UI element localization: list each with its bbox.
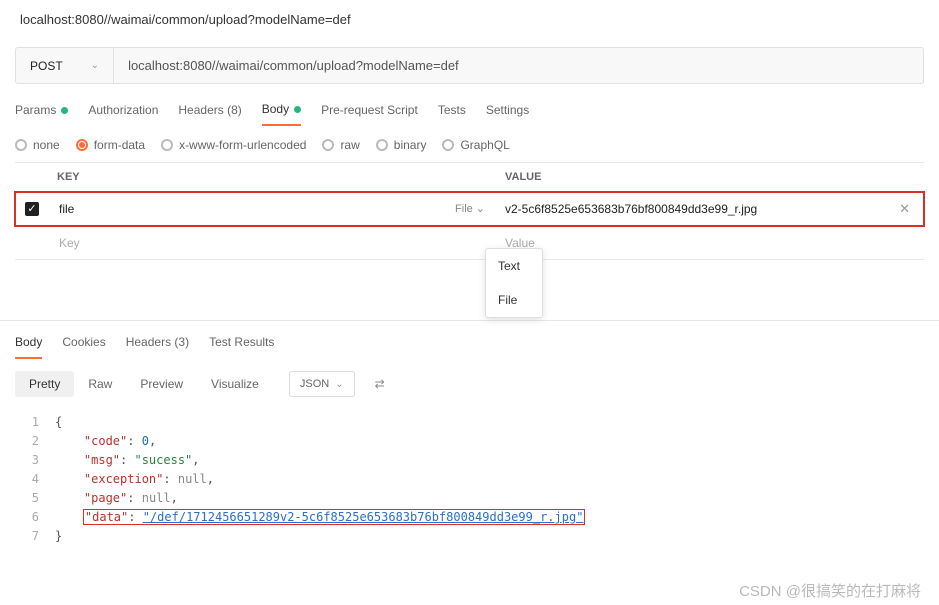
clear-file-button[interactable]: ✕ (895, 201, 914, 217)
option-raw[interactable]: raw (322, 138, 359, 152)
resp-tab-headers[interactable]: Headers (3) (126, 335, 189, 359)
key-value: file (59, 202, 74, 216)
wrap-lines-button[interactable]: ⇄ (369, 371, 391, 397)
radio-icon (442, 139, 454, 151)
url-display: localhost:8080//waimai/common/upload?mod… (0, 0, 939, 39)
value-cell[interactable]: v2-5c6f8525e653683b76bf800849dd3e99_r.jp… (495, 193, 924, 225)
response-tabs: Body Cookies Headers (3) Test Results (15, 321, 924, 359)
method-value: POST (30, 59, 63, 73)
view-preview[interactable]: Preview (126, 371, 197, 397)
response-section: Body Cookies Headers (3) Test Results Pr… (0, 320, 939, 550)
table-row: ✓ file File⌄ v2-5c6f8525e653683b76bf8008… (15, 192, 924, 226)
request-tabs: Params Authorization Headers (8) Body Pr… (0, 84, 939, 126)
method-select[interactable]: POST ⌄ (16, 48, 114, 83)
request-bar: POST ⌄ (15, 47, 924, 84)
chevron-down-icon: ⌄ (91, 60, 99, 71)
tab-settings[interactable]: Settings (486, 102, 529, 126)
response-body: 1{ 2 "code": 0, 3 "msg": "sucess", 4 "ex… (15, 409, 924, 550)
dropdown-item-text[interactable]: Text (486, 249, 542, 283)
key-input[interactable]: Key (49, 228, 495, 258)
radio-icon (76, 139, 88, 151)
form-data-table: KEY VALUE ✓ file File⌄ v2-5c6f8525e65368… (15, 162, 924, 260)
tab-authorization[interactable]: Authorization (88, 102, 158, 126)
radio-icon (161, 139, 173, 151)
body-type-options: none form-data x-www-form-urlencoded raw… (0, 126, 939, 162)
file-name: v2-5c6f8525e653683b76bf800849dd3e99_r.jp… (505, 202, 757, 216)
radio-icon (376, 139, 388, 151)
dropdown-item-file[interactable]: File (486, 283, 542, 317)
response-controls: Pretty Raw Preview Visualize JSON⌄ ⇄ (15, 359, 924, 409)
url-input[interactable] (114, 48, 923, 83)
check-icon: ✓ (25, 202, 39, 216)
chevron-down-icon: ⌄ (335, 379, 343, 390)
tab-params[interactable]: Params (15, 102, 68, 126)
dot-icon (294, 106, 301, 113)
chevron-down-icon: ⌄ (476, 202, 485, 215)
option-form-data[interactable]: form-data (76, 138, 145, 152)
dot-icon (61, 107, 68, 114)
resp-tab-cookies[interactable]: Cookies (62, 335, 105, 359)
row-checkbox-cell[interactable]: ✓ (15, 202, 49, 216)
option-xwww[interactable]: x-www-form-urlencoded (161, 138, 306, 152)
view-raw[interactable]: Raw (74, 371, 126, 397)
view-visualize[interactable]: Visualize (197, 371, 273, 397)
tab-body[interactable]: Body (262, 102, 301, 126)
resp-tab-body[interactable]: Body (15, 335, 42, 359)
value-input[interactable]: Value (495, 228, 924, 258)
view-pretty[interactable]: Pretty (15, 371, 74, 397)
col-key: KEY (15, 163, 495, 191)
type-selector[interactable]: File⌄ (455, 202, 485, 215)
table-header: KEY VALUE (15, 163, 924, 192)
type-dropdown: Text File (485, 248, 543, 318)
col-value: VALUE (495, 163, 924, 191)
option-binary[interactable]: binary (376, 138, 427, 152)
table-row-empty: Key Value (15, 226, 924, 260)
watermark: CSDN @很搞笑的在打麻将 (739, 580, 921, 601)
format-select[interactable]: JSON⌄ (289, 371, 355, 397)
option-graphql[interactable]: GraphQL (442, 138, 509, 152)
option-none[interactable]: none (15, 138, 60, 152)
key-cell[interactable]: file File⌄ (49, 194, 495, 224)
resp-tab-tests[interactable]: Test Results (209, 335, 274, 359)
tab-prerequest[interactable]: Pre-request Script (321, 102, 418, 126)
tab-tests[interactable]: Tests (438, 102, 466, 126)
radio-icon (322, 139, 334, 151)
radio-icon (15, 139, 27, 151)
tab-headers[interactable]: Headers (8) (178, 102, 241, 126)
